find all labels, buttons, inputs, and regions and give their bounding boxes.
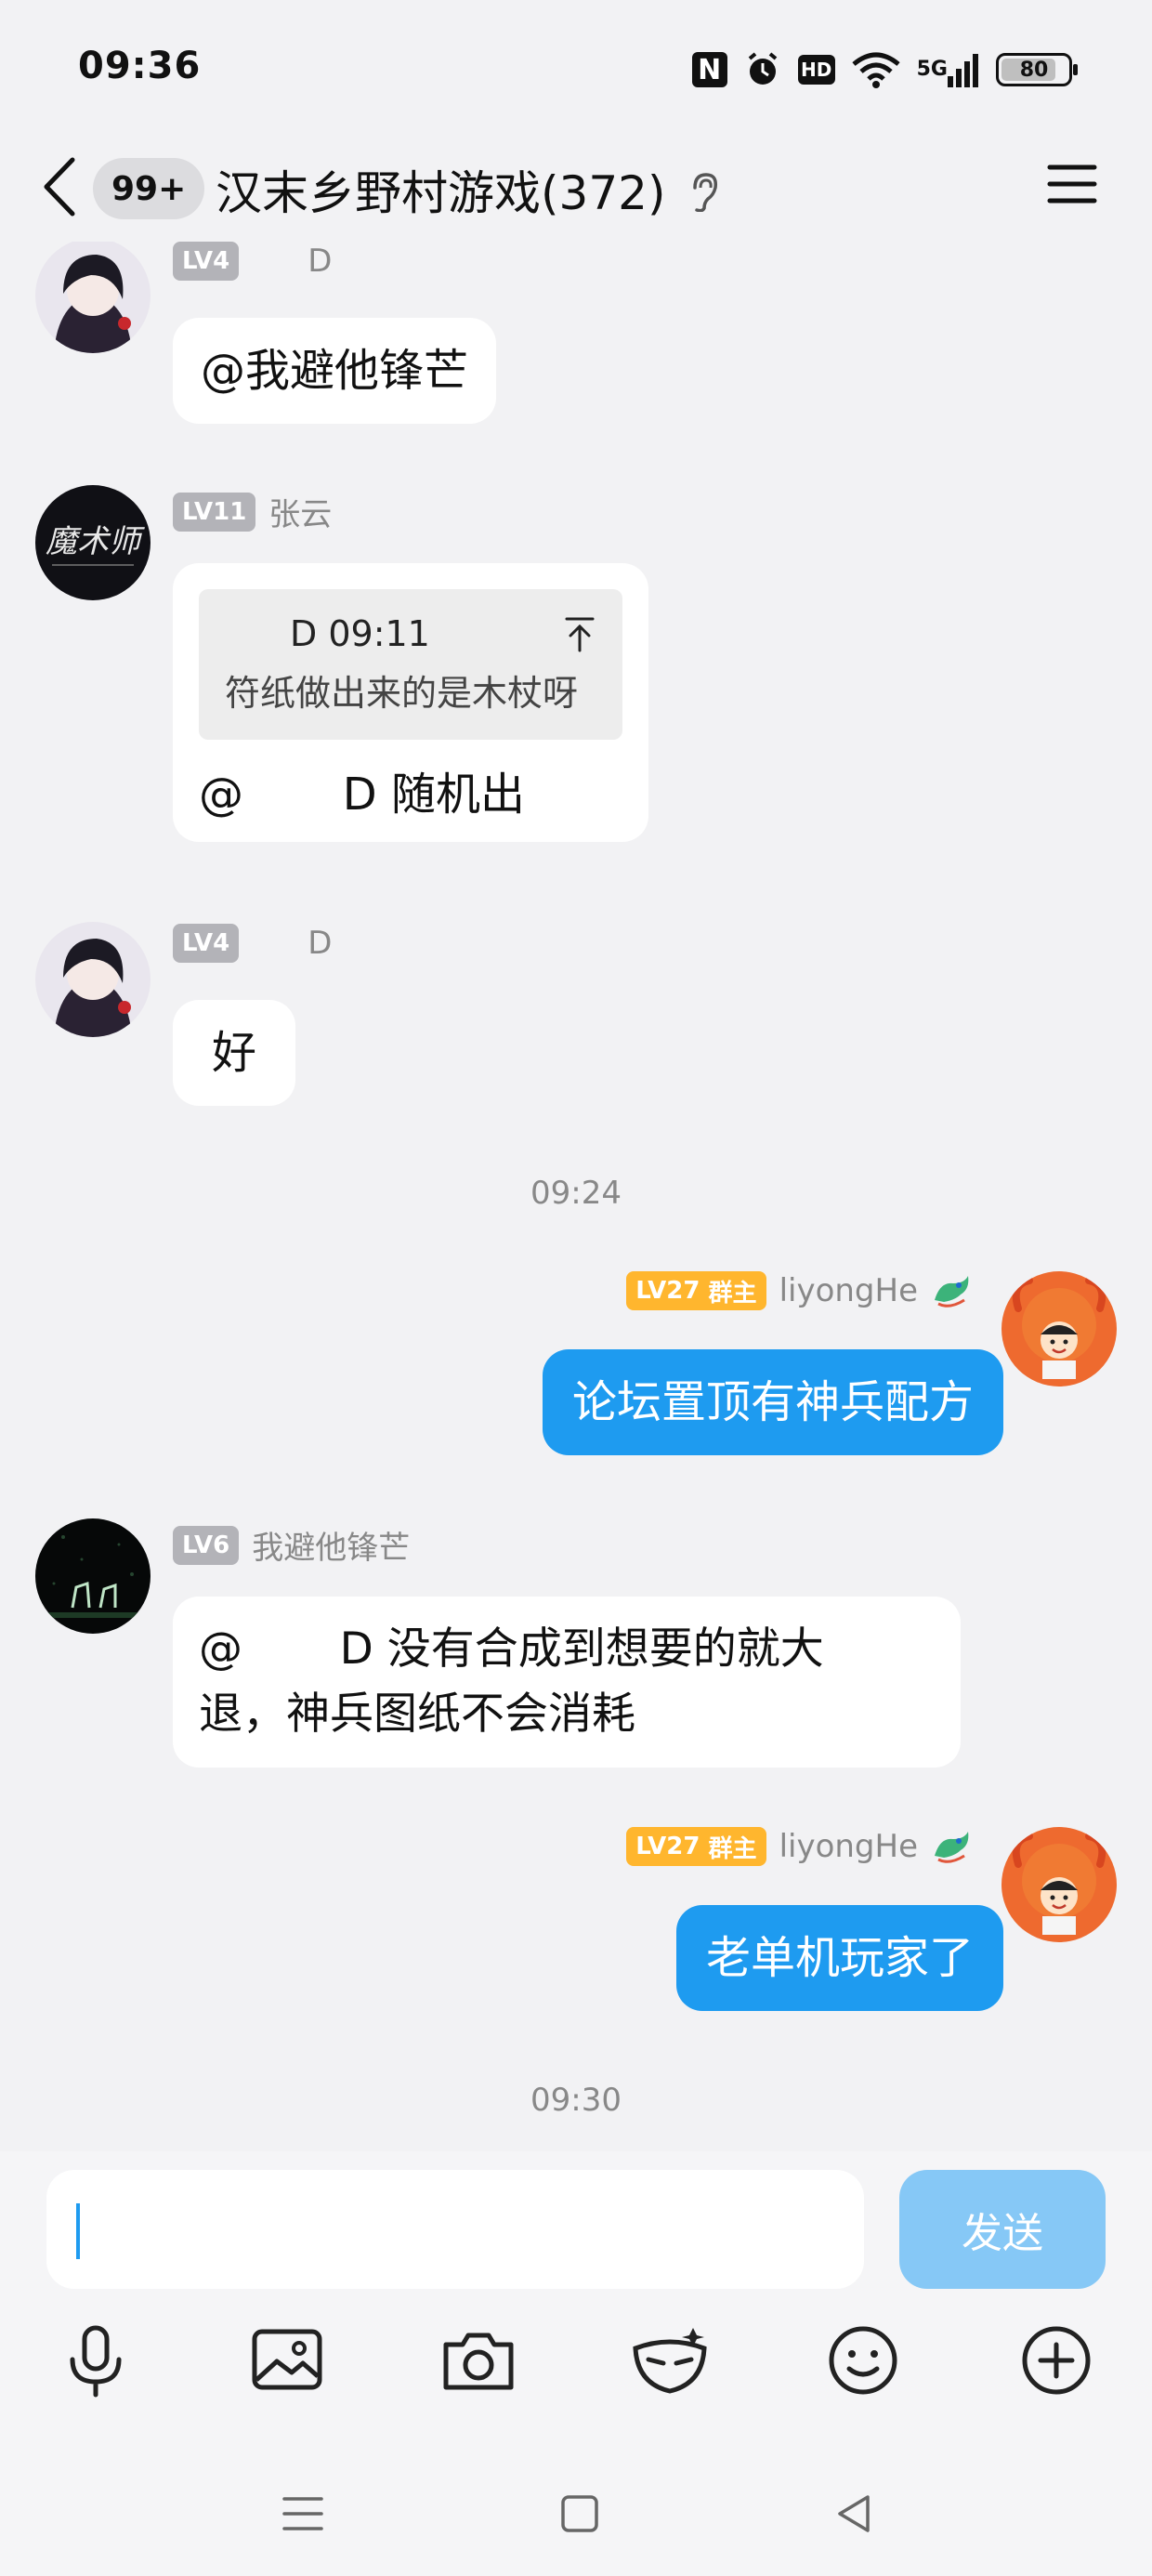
nfc-icon: N <box>691 52 727 87</box>
avatar[interactable] <box>1001 1827 1117 1942</box>
back-nav-icon[interactable] <box>827 2486 883 2542</box>
ear-mode-icon <box>686 171 723 213</box>
message-text-line: @ D 没有合成到想要的就大 <box>199 1623 824 1675</box>
group-title[interactable]: 汉末乡野村游戏(372) <box>216 156 665 223</box>
sender-meta: LV6 我避他锋芒 <box>173 1522 410 1568</box>
dragon-icon <box>935 1276 969 1308</box>
home-nav-icon[interactable] <box>552 2486 608 2542</box>
level-badge: LV4 <box>173 242 240 281</box>
chat-header: 99+ 汉末乡野村游戏(372) <box>0 130 1152 242</box>
message-bubble[interactable]: D 09:11 符纸做出来的是木杖呀 @ D 随机出 <box>173 563 648 842</box>
mask-icon[interactable] <box>628 2319 712 2402</box>
avatar[interactable]: 魔术师 <box>35 485 151 600</box>
sender-meta: LV27 群主 liyongHe <box>626 1827 972 1866</box>
alarm-icon <box>744 51 781 88</box>
battery-icon: 80 <box>996 53 1078 86</box>
message-bubble[interactable]: 老单机玩家了 <box>675 1905 1003 2011</box>
level-badge: LV4 <box>173 924 240 963</box>
svg-text:魔术师: 魔术师 <box>46 523 145 560</box>
system-nav-bar <box>0 2486 1152 2576</box>
input-toolbar <box>0 2319 1152 2421</box>
camera-icon[interactable] <box>437 2319 520 2402</box>
timestamp: 09:30 <box>530 2082 622 2119</box>
message-text: @ D 随机出 <box>199 769 526 821</box>
sender-name[interactable]: D <box>308 925 332 962</box>
message-bubble[interactable]: @我避他锋芒 <box>173 318 497 424</box>
cellular-signal-icon: 5G <box>917 52 979 87</box>
level-badge: LV11 <box>173 492 256 532</box>
sender-meta: LV4 D <box>173 242 332 281</box>
input-bar: 发送 <box>0 2151 1152 2576</box>
back-button[interactable] <box>37 154 84 219</box>
message-list[interactable]: LV4 D @我避他锋芒 魔术师 LV11 张云 D 09:11 符纸做出来的是… <box>0 242 1152 2151</box>
microphone-icon[interactable] <box>54 2319 137 2402</box>
sender-meta: LV27 群主 liyongHe <box>626 1271 972 1310</box>
level-badge: LV6 <box>173 1525 240 1565</box>
quote-header: D 09:11 <box>290 613 430 654</box>
message-input[interactable] <box>46 2170 864 2289</box>
level-badge: LV27 群主 <box>626 1827 766 1866</box>
sender-meta: LV4 D <box>173 924 332 963</box>
status-bar: 09:36 N HD 5G 80 <box>0 0 1152 139</box>
quoted-message[interactable]: D 09:11 符纸做出来的是木杖呀 <box>199 589 622 740</box>
level-badge: LV27 群主 <box>626 1271 766 1310</box>
message-bubble[interactable]: 论坛置顶有神兵配方 <box>542 1349 1003 1455</box>
emoji-icon[interactable] <box>821 2319 905 2402</box>
message-bubble[interactable]: @ D 没有合成到想要的就大 退，神兵图纸不会消耗 <box>173 1597 961 1768</box>
more-menu-button[interactable] <box>1044 156 1100 212</box>
avatar[interactable] <box>35 242 151 353</box>
send-button[interactable]: 发送 <box>899 2170 1106 2289</box>
avatar[interactable] <box>1001 1271 1117 1387</box>
quote-text: 符纸做出来的是木杖呀 <box>225 673 579 714</box>
sender-name[interactable]: 张云 <box>268 489 332 534</box>
sender-name[interactable]: liyongHe <box>779 1272 918 1309</box>
jump-to-quote-icon[interactable] <box>563 615 596 652</box>
text-caret <box>76 2203 80 2259</box>
plus-icon[interactable] <box>1015 2319 1098 2402</box>
dragon-icon <box>935 1832 969 1863</box>
sender-name[interactable]: 我避他锋芒 <box>252 1522 410 1568</box>
unread-count-badge[interactable]: 99+ <box>93 158 205 219</box>
timestamp: 09:24 <box>530 1175 622 1212</box>
sender-name[interactable]: liyongHe <box>779 1828 918 1865</box>
avatar[interactable] <box>35 922 151 1037</box>
status-icons: N HD 5G 80 <box>691 48 1078 91</box>
message-bubble[interactable]: 好 <box>173 1000 296 1106</box>
image-icon[interactable] <box>245 2319 329 2402</box>
message-text-line: 退，神兵图纸不会消耗 <box>199 1689 635 1740</box>
recents-nav-icon[interactable] <box>275 2486 331 2542</box>
avatar[interactable] <box>35 1518 151 1634</box>
sender-name[interactable]: D <box>308 243 332 280</box>
sender-meta: LV11 张云 <box>173 489 332 534</box>
chevron-left-icon <box>44 157 75 217</box>
hamburger-icon <box>1047 164 1097 204</box>
hd-icon: HD <box>797 55 835 85</box>
wifi-icon <box>852 51 900 88</box>
status-time: 09:36 <box>78 45 202 87</box>
